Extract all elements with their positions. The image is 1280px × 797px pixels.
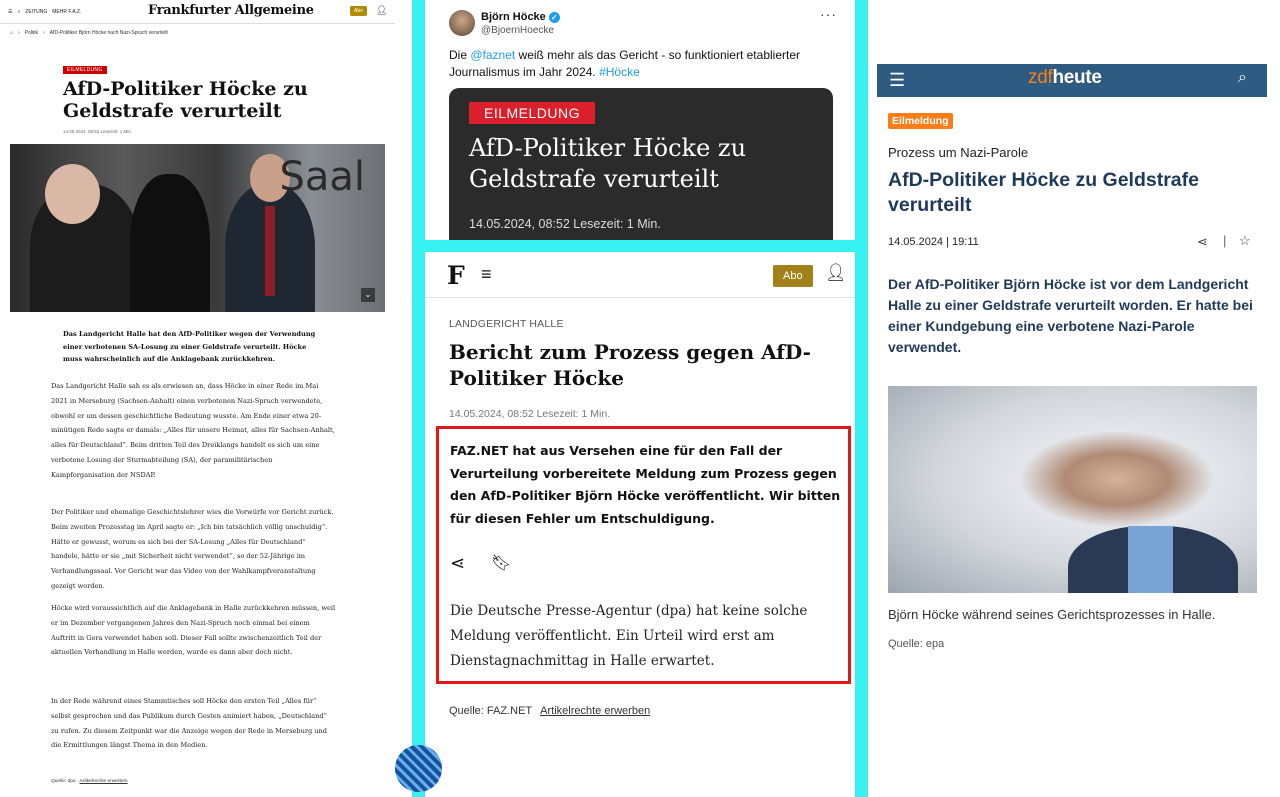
tweet-hashtag[interactable]: #Höcke — [599, 65, 640, 79]
avatar[interactable] — [449, 10, 475, 36]
menu-icon[interactable]: ☰ — [8, 9, 12, 15]
breadcrumb-article: AfD-Politiker Björn Höcke nach Nazi-Spru… — [49, 30, 168, 36]
faz-mobile-panel: F ≡ Abo 👤︎ LANDGERICHT HALLE Bericht zum… — [425, 252, 855, 797]
faz-topbar: ☰ ⌕ ZEITUNG MEHR F.A.Z. Frankfurter Allg… — [0, 0, 395, 24]
chevron-down-icon[interactable]: ⌄ — [361, 288, 375, 302]
more-icon[interactable]: ··· — [820, 6, 837, 22]
article-title: Bericht zum Prozess gegen AfD-Politiker … — [449, 340, 811, 390]
article-paragraph-1: Das Landgericht Halle sah es als erwiese… — [51, 382, 335, 479]
search-icon[interactable]: ⌕ — [1238, 69, 1247, 87]
breadcrumb: ⌂ › Politik › AfD-Politiker Björn Höcke … — [10, 30, 168, 36]
article-date: 14.05.2024 | 19:11 — [888, 236, 979, 248]
card-headline: AfD-Politiker Höcke zu Geldstrafe verurt… — [469, 134, 747, 193]
search-icon[interactable]: ⌕ — [17, 9, 20, 15]
zdf-panel: ☰ zdfheute ⌕ Eilmeldung Prozess um Nazi-… — [868, 0, 1280, 797]
article-meta: 14.05.2024, 08:52 Lesezeit: 1 Min. — [63, 129, 133, 134]
article-paragraph-2: Der Politiker und ehemalige Geschichtsle… — [51, 508, 334, 590]
faz-mobile-header: F ≡ Abo 👤︎ — [425, 252, 855, 298]
floating-avatar[interactable] — [395, 745, 442, 792]
home-icon[interactable]: ⌂ — [10, 30, 13, 36]
tweet-author-handle[interactable]: @BjoernHoecke — [481, 25, 554, 36]
breadcrumb-politik[interactable]: Politik — [25, 30, 38, 36]
user-icon[interactable]: 👤︎ — [825, 263, 847, 283]
menu-icon[interactable]: ≡ — [481, 264, 492, 285]
tweet-author-name[interactable]: Björn Höcke ✓ — [481, 11, 560, 23]
article-lead: Das Landgericht Halle hat den AfD-Politi… — [63, 330, 316, 363]
card-meta: 14.05.2024, 08:52 Lesezeit: 1 Min. — [469, 217, 661, 231]
menu-icon[interactable]: ☰ — [889, 70, 905, 91]
photo-caption: Björn Höcke während seines Gerichtsproze… — [888, 607, 1216, 622]
faz-desktop-panel: ☰ ⌕ ZEITUNG MEHR F.A.Z. Frankfurter Allg… — [0, 0, 395, 797]
photo-source: Quelle: epa — [888, 638, 945, 650]
user-icon[interactable]: 👤︎ — [376, 5, 387, 16]
zdf-logo[interactable]: zdfheute — [1028, 67, 1102, 89]
article-lead: Der AfD-Politiker Björn Höcke ist vor de… — [888, 276, 1253, 355]
correction-notice: FAZ.NET hat aus Versehen eine für den Fa… — [450, 443, 841, 526]
article-meta: 14.05.2024, 08:52 Lesezeit: 1 Min. — [449, 408, 611, 420]
tweet-panel: Björn Höcke ✓ @BjoernHoecke ··· Die @fazn… — [425, 0, 855, 240]
verified-icon: ✓ — [548, 11, 560, 23]
rights-link[interactable]: Artikelrechte erwerben — [80, 779, 128, 784]
star-icon[interactable]: ☆ — [1239, 233, 1251, 249]
card-breaking-badge: EILMELDUNG — [469, 102, 596, 124]
bookmark-icon[interactable]: 🔖︎ — [491, 553, 511, 573]
faz-mehr-link[interactable]: MEHR F.A.Z. — [52, 9, 81, 15]
breaking-badge: Eilmeldung — [888, 113, 953, 129]
breaking-badge: EILMELDUNG — [63, 66, 107, 74]
tweet-text: Die @faznet weiß mehr als das Gericht - … — [449, 48, 800, 79]
zdf-header: ☰ zdfheute ⌕ — [877, 64, 1267, 97]
rights-link[interactable]: Artikelrechte erwerben — [540, 705, 650, 717]
faz-logo[interactable]: Frankfurter Allgemeine — [148, 3, 314, 18]
article-photo — [888, 386, 1257, 593]
article-paragraph-4: In der Rede während eines Stammtisches s… — [51, 697, 328, 750]
photo-saal-sign: Saal — [279, 154, 365, 200]
article-kicker: LANDGERICHT HALLE — [449, 318, 564, 330]
article-paragraph-3: Höcke wird voraussichtlich auf die Ankla… — [51, 604, 336, 657]
article-photo: Saal ⌄ — [10, 144, 385, 312]
article-title: AfD-Politiker Höcke zu Geldstrafe verurt… — [888, 169, 1199, 216]
faz-mobile-abo-button[interactable]: Abo — [773, 265, 813, 287]
article-headline: AfD-Politiker Höcke zu Geldstrafe verurt… — [63, 78, 308, 122]
divider: | — [1223, 233, 1227, 248]
faz-zeitung-link[interactable]: ZEITUNG — [25, 9, 47, 15]
article-body: Die Deutsche Presse-Agentur (dpa) hat ke… — [450, 603, 808, 669]
highlight-box: FAZ.NET hat aus Versehen eine für den Fa… — [436, 426, 851, 684]
article-kicker: Prozess um Nazi-Parole — [888, 145, 1029, 160]
faz-mobile-logo[interactable]: F — [447, 261, 465, 290]
tweet-mention[interactable]: @faznet — [470, 48, 515, 62]
tweet-link-card[interactable]: EILMELDUNG AfD-Politiker Höcke zu Geldst… — [449, 88, 833, 240]
share-icon[interactable]: ⋖ — [1197, 234, 1208, 250]
faz-abo-button[interactable]: Abo — [350, 6, 367, 16]
share-icon[interactable]: ⋖ — [450, 553, 465, 574]
article-source: Quelle: FAZ.NET Artikelrechte erwerben — [449, 705, 651, 717]
article-source: Quelle: dpa Artikelrechte erwerben — [51, 779, 128, 784]
